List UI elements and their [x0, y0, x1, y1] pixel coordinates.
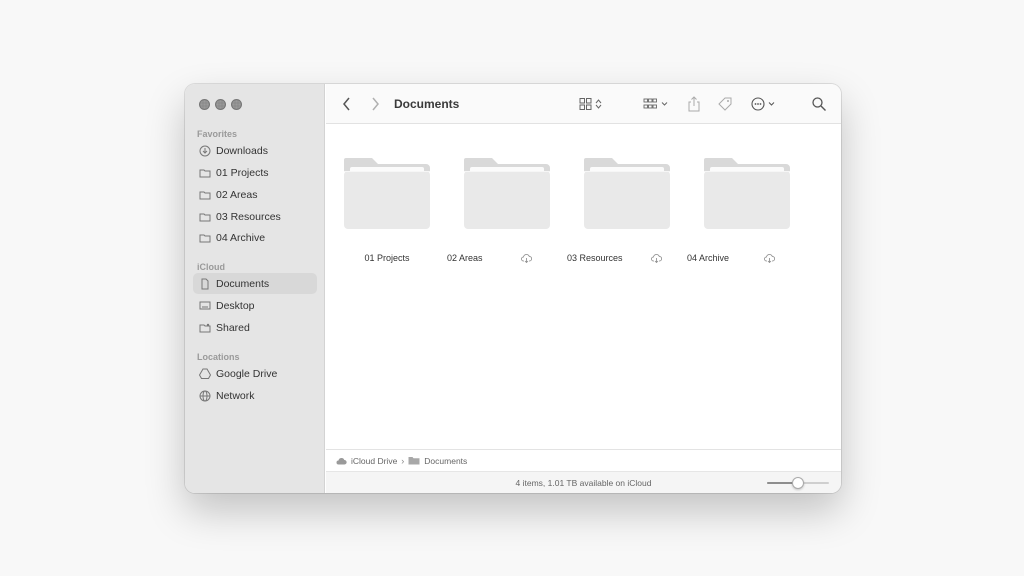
slider-thumb[interactable] [792, 477, 804, 489]
globe-icon [199, 390, 211, 401]
sidebar-item-shared[interactable]: Shared [193, 317, 317, 338]
sidebar-item-network[interactable]: Network [193, 385, 317, 406]
folder-label-row: 01 Projects [327, 253, 447, 263]
sidebar-item-label: Downloads [216, 144, 268, 157]
status-text: 4 items, 1.01 TB available on iCloud [515, 478, 652, 488]
sidebar-item-label: Google Drive [216, 367, 278, 380]
folder-icon [199, 213, 211, 221]
sidebar-item-label: 01 Projects [216, 166, 269, 179]
folder-icon [584, 158, 670, 229]
folder-label-row: 02 Areas [447, 253, 567, 263]
group-icon [643, 98, 668, 109]
sidebar-item-04-archive[interactable]: 04 Archive [193, 227, 317, 248]
status-bar: 4 items, 1.01 TB available on iCloud [326, 471, 841, 493]
folder-name: 03 Resources [567, 253, 623, 263]
share-icon [688, 96, 700, 112]
folder-label-row: 04 Archive [687, 253, 807, 263]
folder-icon [199, 191, 211, 199]
sidebar-item-label: 03 Resources [216, 210, 281, 223]
more-actions-button[interactable] [750, 94, 780, 114]
sidebar-item-label: 02 Areas [216, 188, 258, 201]
path-separator-icon: › [401, 455, 405, 466]
zoom-button[interactable] [231, 99, 242, 110]
shared-folder-icon [199, 323, 211, 332]
cloud-icon [336, 457, 347, 464]
folder-item[interactable]: 01 Projects [327, 155, 447, 263]
chevron-right-icon [372, 97, 379, 111]
search-icon [812, 97, 826, 111]
sidebar-item-03-resources[interactable]: 03 Resources [193, 206, 317, 227]
file-grid: 01 Projects 02 Areas 03 Resources 04 Arc… [326, 125, 841, 449]
folder-icon [199, 234, 211, 242]
path-item-icloud-drive[interactable]: iCloud Drive [351, 456, 397, 466]
desktop-icon [199, 301, 211, 309]
path-item-documents[interactable]: Documents [424, 456, 467, 466]
sidebar-section-icloud: iCloud [197, 262, 225, 272]
folder-item[interactable]: 02 Areas [447, 155, 567, 263]
sidebar-item-label: 04 Archive [216, 231, 266, 244]
download-icon [199, 145, 211, 156]
tag-icon [718, 97, 732, 111]
toolbar: Documents [326, 84, 841, 124]
folder-icon [344, 158, 430, 229]
folder-item[interactable]: 04 Archive [687, 155, 807, 263]
sidebar-section-favorites: Favorites [197, 129, 238, 139]
main-pane: Documents 01 Projects 02 Areas 03 Resour… [326, 84, 841, 493]
sidebar-item-label: Network [216, 389, 255, 402]
sidebar-item-documents[interactable]: Documents [193, 273, 317, 294]
sidebar-item-downloads[interactable]: Downloads [193, 140, 317, 161]
grid-view-icon [579, 98, 602, 110]
sidebar-item-label: Desktop [216, 299, 255, 312]
cloud-download-icon[interactable] [650, 253, 662, 263]
document-icon [201, 278, 209, 289]
cloud-download-icon[interactable] [520, 253, 532, 263]
finder-window: Favorites Downloads 01 Projects 02 Areas… [185, 84, 841, 493]
folder-icon [408, 457, 420, 465]
path-bar: iCloud Drive › Documents [326, 449, 841, 471]
icon-size-slider[interactable] [767, 477, 829, 489]
sidebar-item-01-projects[interactable]: 01 Projects [193, 162, 317, 183]
folder-item[interactable]: 03 Resources [567, 155, 687, 263]
back-button[interactable] [340, 94, 354, 114]
folder-name: 01 Projects [364, 253, 410, 263]
close-button[interactable] [199, 99, 210, 110]
google-drive-icon [199, 368, 211, 379]
sidebar-item-google-drive[interactable]: Google Drive [193, 363, 317, 384]
group-by-button[interactable] [642, 94, 672, 114]
ellipsis-circle-icon [751, 97, 775, 111]
share-button[interactable] [686, 94, 702, 114]
folder-label-row: 03 Resources [567, 253, 687, 263]
folder-name: 04 Archive [687, 253, 730, 263]
minimize-button[interactable] [215, 99, 226, 110]
tag-button[interactable] [716, 94, 734, 114]
cloud-download-icon[interactable] [764, 253, 776, 263]
folder-icon [464, 158, 550, 229]
window-title: Documents [394, 97, 460, 111]
sidebar-item-desktop[interactable]: Desktop [193, 295, 317, 316]
sidebar: Favorites Downloads 01 Projects 02 Areas… [185, 84, 325, 493]
sidebar-item-label: Documents [216, 277, 270, 290]
forward-button[interactable] [368, 94, 382, 114]
folder-icon [704, 158, 790, 229]
view-mode-button[interactable] [578, 94, 608, 114]
search-button[interactable] [810, 94, 828, 114]
window-controls [199, 99, 242, 110]
sidebar-item-02-areas[interactable]: 02 Areas [193, 184, 317, 205]
sidebar-item-label: Shared [216, 321, 250, 334]
chevron-left-icon [343, 97, 350, 111]
folder-name: 02 Areas [447, 253, 483, 263]
folder-icon [199, 169, 211, 177]
sidebar-section-locations: Locations [197, 352, 240, 362]
